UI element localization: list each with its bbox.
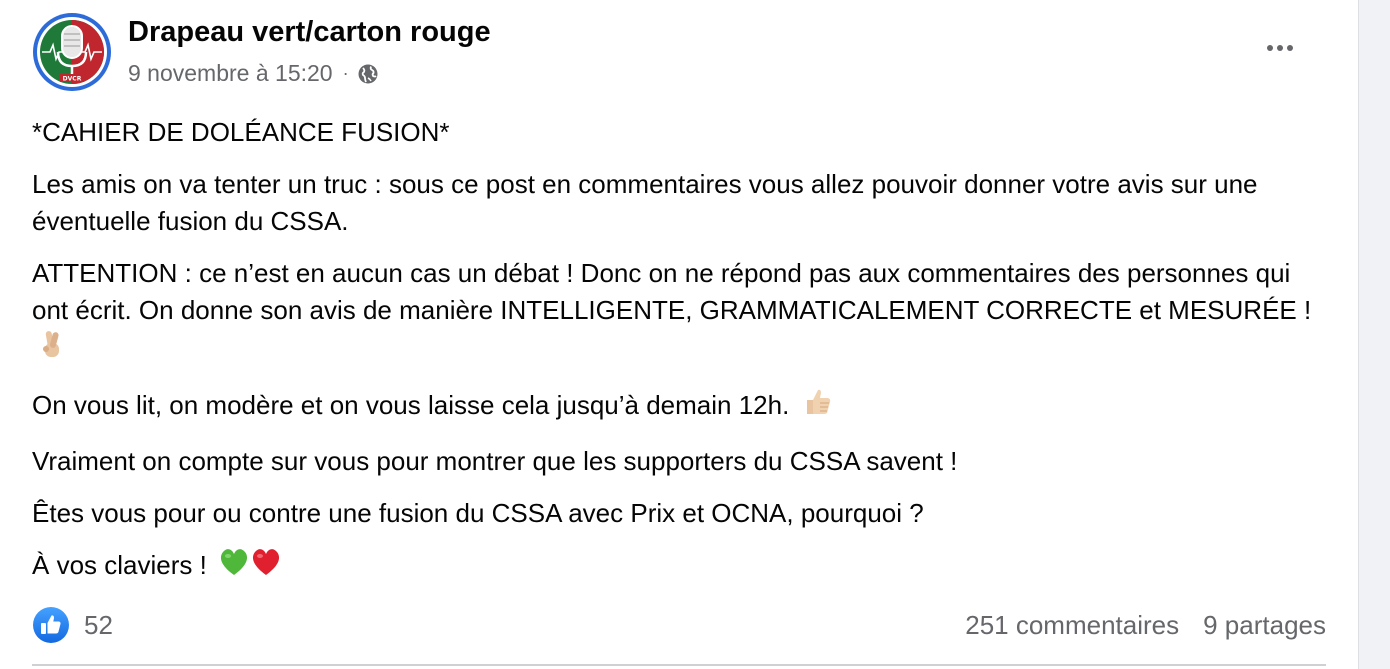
post-paragraph: On vous lit, on modère et on vous laisse… xyxy=(32,386,1332,428)
red-heart-emoji xyxy=(250,547,282,587)
post-paragraph: Êtes vous pour ou contre une fusion du C… xyxy=(32,498,924,528)
post-footer: 52 251 commentaires 9 partages xyxy=(32,600,1326,650)
post-header: DVCR Drapeau vert/carton rouge 9 novembr… xyxy=(32,12,1326,96)
like-count: 52 xyxy=(84,609,113,640)
avatar[interactable]: DVCR xyxy=(32,12,112,92)
post-body: *CAHIER DE DOLÉANCE FUSION* Les amis on … xyxy=(32,114,1332,602)
avatar-text: DVCR xyxy=(63,76,82,83)
green-heart-emoji xyxy=(218,547,250,587)
post-card: DVCR Drapeau vert/carton rouge 9 novembr… xyxy=(0,0,1359,669)
more-horizontal-icon[interactable] xyxy=(1256,34,1304,62)
globe-icon[interactable] xyxy=(357,63,379,85)
page-logo: DVCR xyxy=(33,13,111,91)
comments-count[interactable]: 251 commentaires xyxy=(965,610,1179,641)
post-paragraph: Les amis on va tenter un truc : sous ce … xyxy=(32,169,1258,236)
post-paragraph: *CAHIER DE DOLÉANCE FUSION* xyxy=(32,117,450,147)
engagement-stats: 251 commentaires 9 partages xyxy=(965,610,1326,641)
meta-separator: · xyxy=(342,63,349,83)
like-icon xyxy=(32,606,70,644)
post-timestamp[interactable]: 9 novembre à 15:20 xyxy=(128,60,333,87)
shares-count[interactable]: 9 partages xyxy=(1203,610,1326,641)
post-meta: 9 novembre à 15:20 · xyxy=(128,60,379,87)
post-paragraph: Vraiment on compte sur vous pour montrer… xyxy=(32,446,958,476)
author-name[interactable]: Drapeau vert/carton rouge xyxy=(128,16,491,49)
reactions-summary[interactable]: 52 xyxy=(32,606,113,644)
post-paragraph: À vos claviers ! xyxy=(32,547,1332,587)
footer-divider xyxy=(32,664,1326,666)
crossed-fingers-emoji xyxy=(36,329,66,371)
thumbs-up-emoji xyxy=(801,386,833,428)
post-paragraph: ATTENTION : ce n’est en aucun cas un déb… xyxy=(32,255,1332,371)
